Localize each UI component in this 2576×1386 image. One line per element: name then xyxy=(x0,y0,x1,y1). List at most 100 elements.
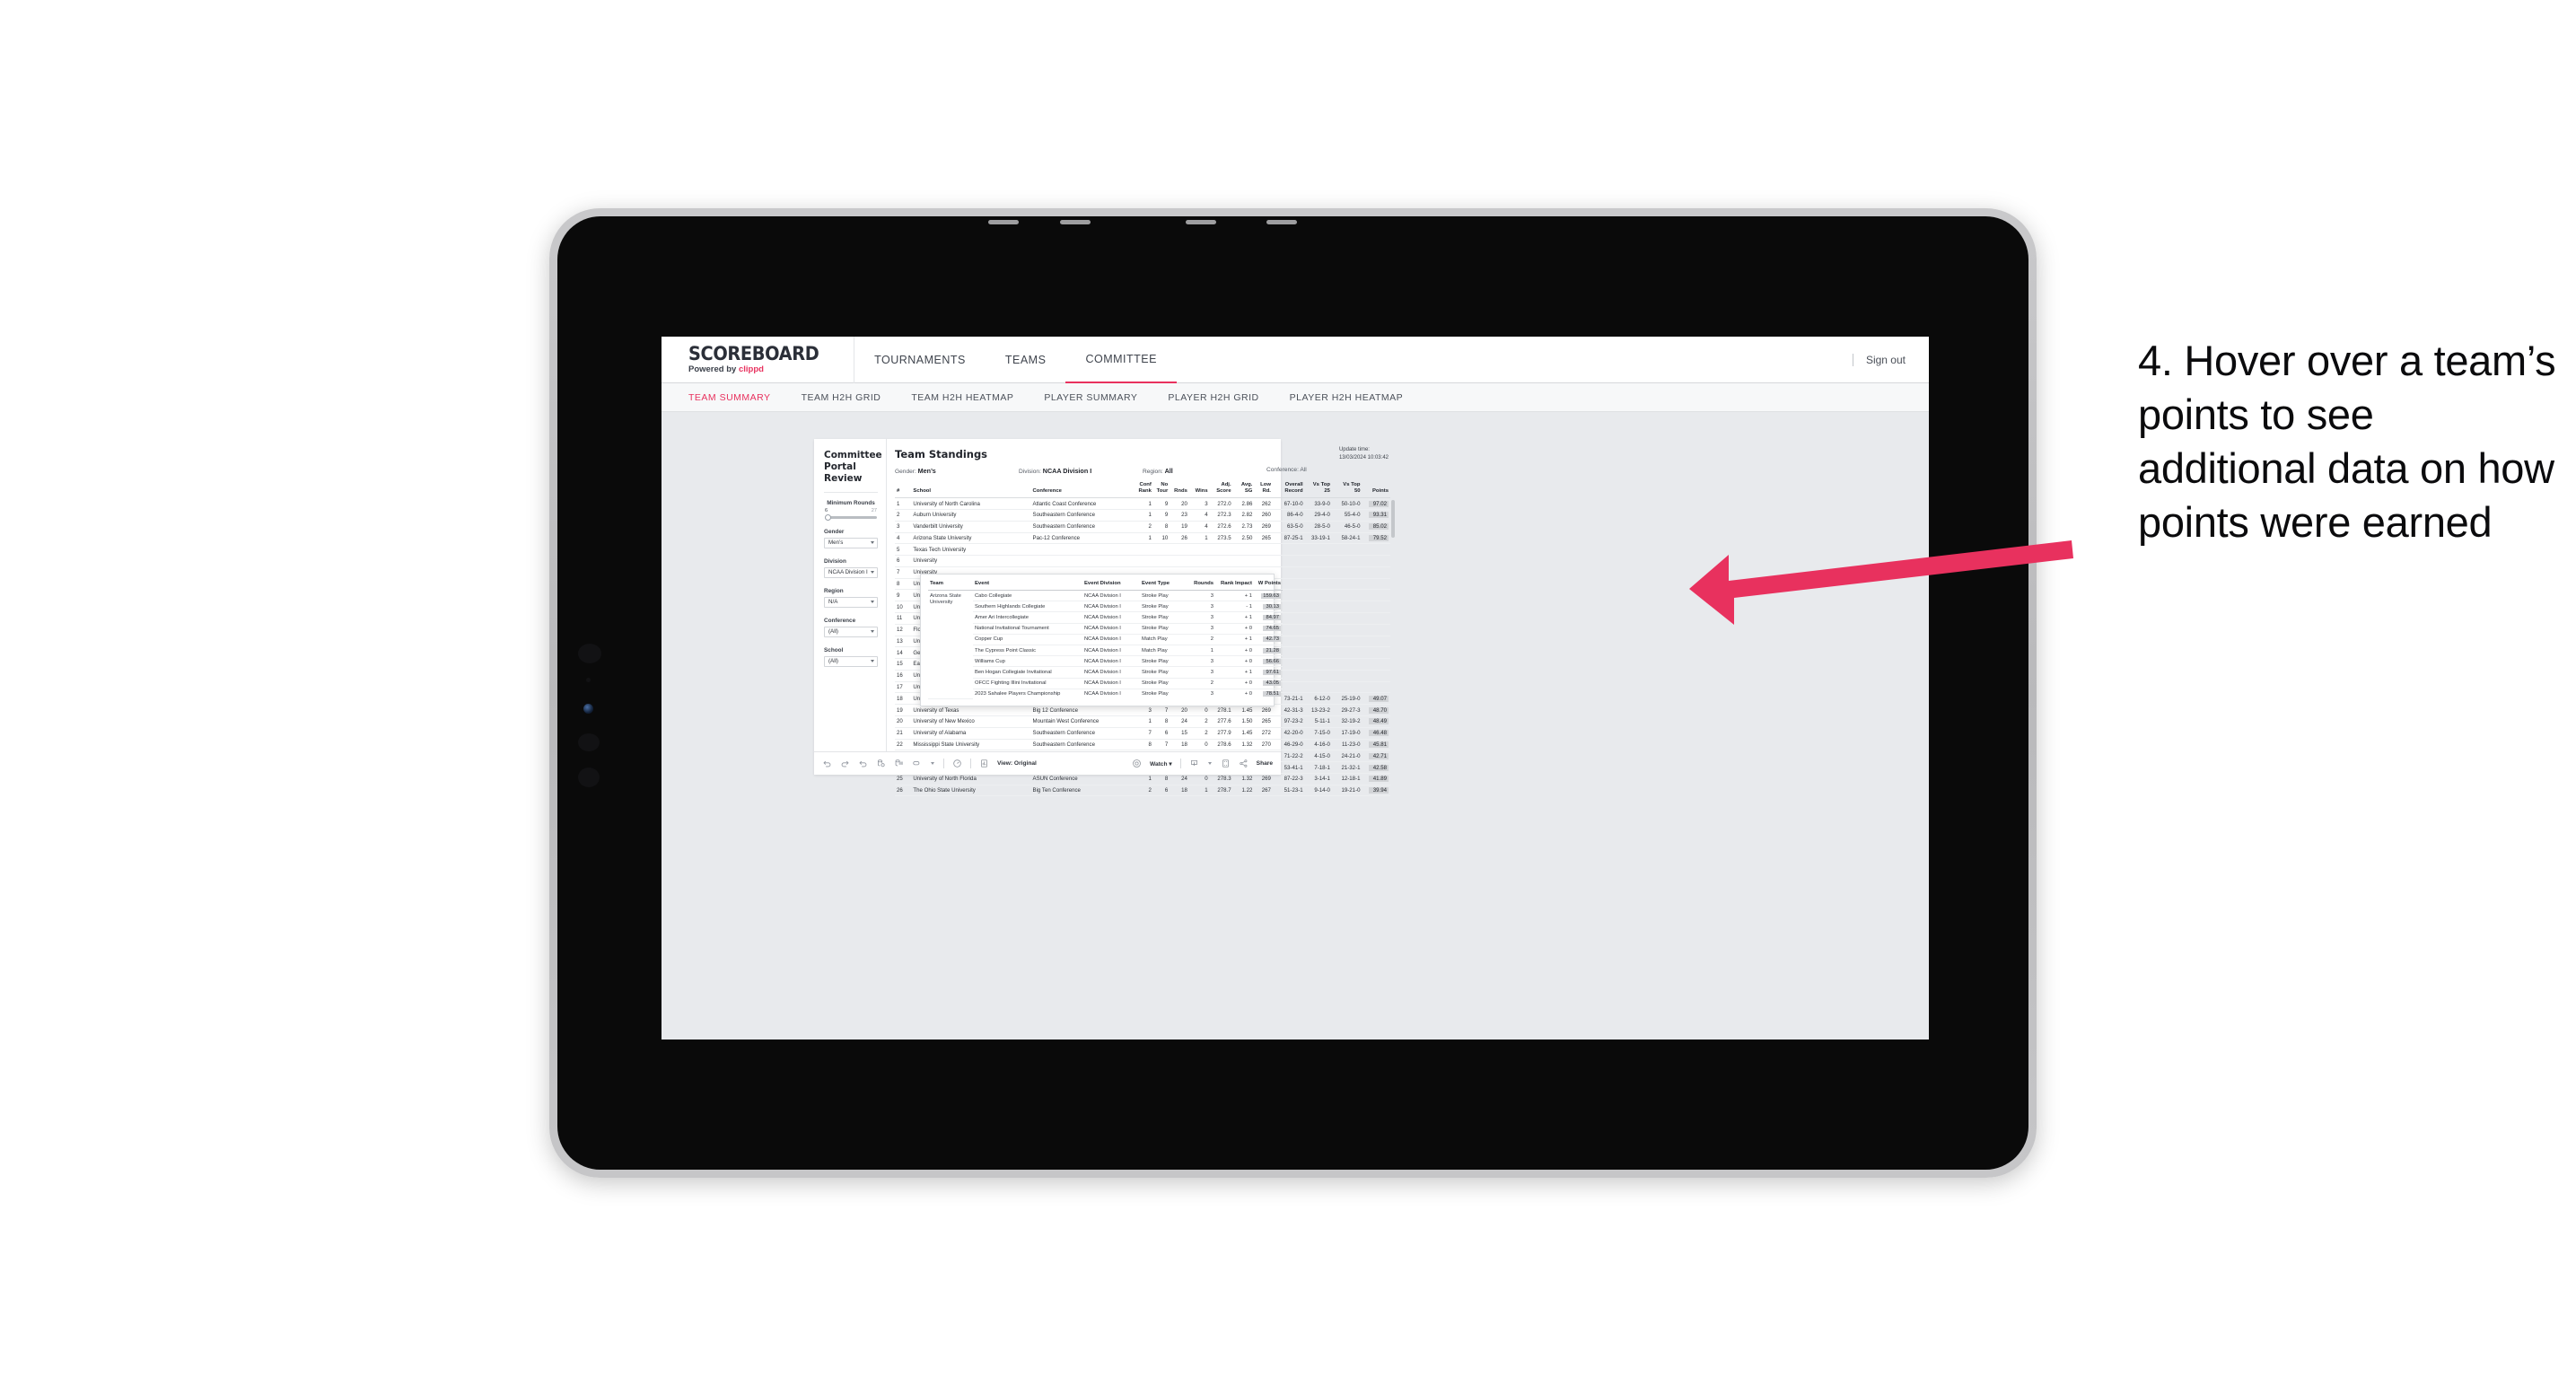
tooltip-division-cell: NCAA Division I xyxy=(1084,691,1121,697)
update-time: Update time: 13/03/2024 10:03:42 xyxy=(1339,446,1389,461)
cell-conference: Mountain West Conference xyxy=(1030,715,1135,728)
column-header-low-rd[interactable]: Low Rd. xyxy=(1254,480,1273,499)
cell-adj-score: 272.3 xyxy=(1209,509,1233,522)
tooltip-row: OFCC Fighting Illini Invitational NCAA Di… xyxy=(928,678,1283,689)
filter-region-select[interactable]: N/A xyxy=(824,596,878,608)
cell-vs-top-50: 24-21-0 xyxy=(1331,750,1362,763)
cell-: 21 xyxy=(895,727,912,740)
points-cell xyxy=(1362,646,1390,660)
column-header-rnds[interactable]: Rnds xyxy=(1170,480,1189,499)
cell-: 14 xyxy=(895,646,912,660)
points-cell: 46.48 xyxy=(1362,727,1390,740)
table-row[interactable]: 2 Auburn University Southeastern Conferenc… xyxy=(895,509,1390,522)
table-row[interactable]: 3 Vanderbilt University Southeastern Confe… xyxy=(895,521,1390,533)
nav-item-committee[interactable]: COMMITTEE xyxy=(1065,337,1177,383)
column-header-conf-rank[interactable]: Conf Rank xyxy=(1135,480,1153,499)
cell-conf-rank: 1 xyxy=(1135,509,1153,522)
cell-: 5 xyxy=(895,543,912,557)
view-original-icon[interactable] xyxy=(979,759,989,768)
tab-team-summary[interactable]: TEAM SUMMARY xyxy=(688,392,771,403)
speaker-grill-icon xyxy=(1266,220,1297,224)
column-header-conference[interactable]: Conference xyxy=(1030,480,1135,499)
cell-vs-top-25 xyxy=(1304,670,1332,682)
fullscreen-icon[interactable] xyxy=(1221,759,1231,768)
cell-vs-top-50 xyxy=(1331,578,1362,591)
column-header-points[interactable]: Points xyxy=(1362,480,1390,499)
slider-max-value: 27 xyxy=(871,508,877,514)
tab-team-h2h-grid[interactable]: TEAM H2H GRID xyxy=(802,392,881,403)
cell-wins: 4 xyxy=(1188,521,1210,533)
device-performance-icon[interactable] xyxy=(952,759,962,768)
nav-item-teams[interactable]: TEAMS xyxy=(986,337,1066,383)
tablet-device: SCOREBOARD Powered by clippd TOURNAMENTS… xyxy=(549,208,2037,1178)
pause-auto-update-icon[interactable] xyxy=(894,759,904,768)
cell-vs-top-50: 25-19-0 xyxy=(1331,692,1362,706)
column-header-overall-record[interactable]: Overall Record xyxy=(1272,480,1305,499)
tooltip-column-event: Event xyxy=(973,580,1082,591)
column-header-[interactable]: # xyxy=(895,480,912,499)
tab-player-summary[interactable]: PLAYER SUMMARY xyxy=(1044,392,1137,403)
table-row[interactable]: 5 Texas Tech University xyxy=(895,543,1390,557)
presentation-mode-icon[interactable] xyxy=(912,759,922,768)
table-row[interactable]: 26 The Ohio State University Big Ten Confe… xyxy=(895,785,1390,797)
tooltip-row: Southern Highlands Collegiate NCAA Divisi… xyxy=(928,601,1283,613)
watch-label[interactable]: Watch ▾ xyxy=(1150,760,1172,768)
cell-no-tour xyxy=(1152,543,1170,557)
slider-track[interactable] xyxy=(825,513,877,521)
table-row[interactable]: 6 University xyxy=(895,555,1390,567)
sign-out-link[interactable]: Sign out xyxy=(1866,354,1906,366)
column-header-school[interactable]: School xyxy=(911,480,1031,499)
watch-icon[interactable] xyxy=(1132,759,1142,768)
portal-title: Committee Portal Review xyxy=(824,450,882,484)
cell-overall-record xyxy=(1272,543,1305,557)
tooltip-team-cell: Arizona State University xyxy=(928,590,973,700)
filter-division-select[interactable]: NCAA Division I xyxy=(824,566,878,578)
cell-conference: ASUN Conference xyxy=(1030,773,1135,785)
table-row[interactable]: 20 University of New Mexico Mountain West … xyxy=(895,715,1390,728)
undo-icon[interactable] xyxy=(822,759,832,768)
tooltip-rounds-cell: 3 xyxy=(1187,590,1215,602)
revert-icon[interactable] xyxy=(858,759,868,768)
table-row[interactable]: 21 University of Alabama Southeastern Conf… xyxy=(895,727,1390,740)
share-icon[interactable] xyxy=(1239,759,1249,768)
share-label[interactable]: Share xyxy=(1257,760,1273,767)
filter-division-value: NCAA Division I xyxy=(828,569,868,576)
cell-school: The Ohio State University xyxy=(911,785,1031,797)
tooltip-row: Ben Hogan Collegiate Invitational NCAA Di… xyxy=(928,666,1283,679)
tooltip-event-cell: National Invitational Tournament xyxy=(973,623,1082,635)
tab-player-h2h-heatmap[interactable]: PLAYER H2H HEATMAP xyxy=(1290,392,1403,403)
table-row[interactable]: 1 University of North Carolina Atlantic Co… xyxy=(895,497,1390,510)
table-row[interactable]: 4 Arizona State University Pac-12 Conferen… xyxy=(895,532,1390,545)
column-header-avg-sg[interactable]: Avg. SG xyxy=(1232,480,1255,499)
column-header-vs-top-25[interactable]: Vs Top 25 xyxy=(1304,480,1332,499)
cell-adj-score: 278.6 xyxy=(1209,739,1233,751)
points-cell: 42.58 xyxy=(1362,761,1390,774)
tooltip-column-w-points: W Points xyxy=(1254,580,1283,591)
brand-logo[interactable]: SCOREBOARD Powered by clippd xyxy=(662,345,854,374)
filter-conference-select[interactable]: (All) xyxy=(824,626,878,637)
nav-item-tournaments[interactable]: TOURNAMENTS xyxy=(854,337,986,383)
cell-adj-score: 273.5 xyxy=(1209,532,1233,545)
filter-gender-select[interactable]: Men’s xyxy=(824,537,878,548)
column-header-adj-score[interactable]: Adj. Score xyxy=(1209,480,1233,499)
slider-handle[interactable] xyxy=(825,513,831,521)
tab-team-h2h-heatmap[interactable]: TEAM H2H HEATMAP xyxy=(911,392,1013,403)
table-row[interactable]: 25 University of North Florida ASUN Confer… xyxy=(895,773,1390,785)
chevron-down-icon[interactable] xyxy=(1207,759,1213,768)
points-cell: 97.02 xyxy=(1362,497,1390,510)
redo-icon[interactable] xyxy=(840,759,850,768)
table-row[interactable]: 22 Mississippi State University Southeaste… xyxy=(895,739,1390,751)
filter-school-select[interactable]: (All) xyxy=(824,655,878,667)
refresh-data-icon[interactable] xyxy=(876,759,886,768)
view-original-label[interactable]: View: Original xyxy=(997,760,1037,767)
filter-conference-value: (All) xyxy=(828,628,838,636)
points-cell: 41.89 xyxy=(1362,773,1390,785)
table-scrollbar[interactable] xyxy=(1391,500,1395,538)
chevron-down-icon[interactable] xyxy=(930,759,935,768)
column-header-wins[interactable]: Wins xyxy=(1188,480,1210,499)
download-icon[interactable] xyxy=(1189,759,1199,768)
column-header-vs-top-50[interactable]: Vs Top 50 xyxy=(1331,480,1362,499)
tab-player-h2h-grid[interactable]: PLAYER H2H GRID xyxy=(1168,392,1258,403)
chevron-down-icon xyxy=(871,571,874,575)
column-header-no-tour[interactable]: No Tour xyxy=(1152,480,1170,499)
